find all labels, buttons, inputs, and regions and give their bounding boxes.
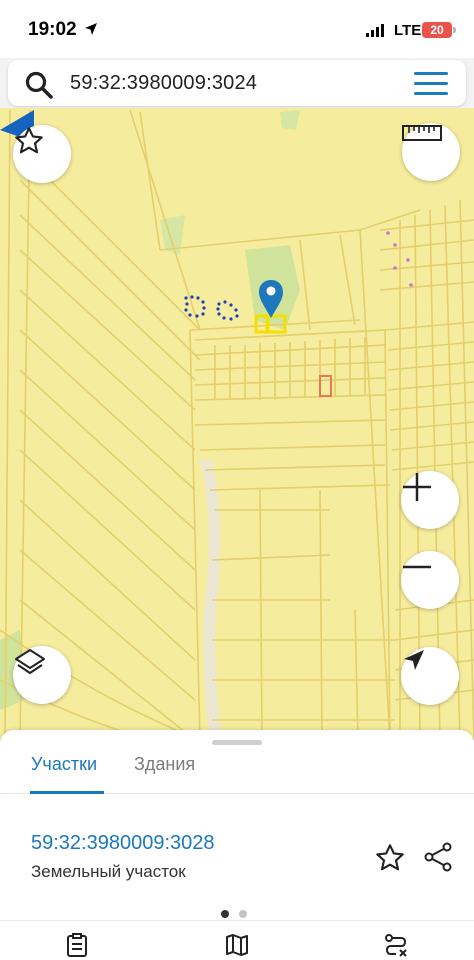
cellular-signal-icon [366, 24, 388, 43]
tab-buildings[interactable]: Здания [134, 754, 195, 775]
location-services-icon [84, 22, 98, 41]
layers-button[interactable] [13, 646, 71, 704]
bottom-nav [0, 920, 474, 960]
star-icon[interactable] [374, 842, 406, 879]
zoom-in-button[interactable] [401, 471, 459, 529]
hamburger-menu-icon[interactable] [414, 72, 450, 95]
result-cadastral-number[interactable]: 59:32:3980009:3028 [31, 832, 215, 855]
favorite-button[interactable] [13, 125, 71, 183]
page-dot [239, 910, 247, 918]
battery-level: 20 [422, 22, 452, 38]
result-type: Земельный участок [31, 862, 186, 881]
cadastral-map[interactable] [0, 108, 474, 740]
route-icon[interactable] [384, 933, 408, 960]
search-bar[interactable]: 59:32:3980009:3024 [8, 60, 466, 106]
share-icon[interactable] [423, 842, 453, 877]
clipboard-icon[interactable] [66, 933, 88, 960]
network-type: LTE [394, 22, 422, 39]
my-location-button[interactable] [401, 647, 459, 705]
map-parcels [0, 108, 474, 740]
page-dot-active [221, 910, 229, 918]
battery-cap [453, 27, 456, 33]
tab-parcels[interactable]: Участки [31, 754, 97, 775]
zoom-out-button[interactable] [401, 551, 459, 609]
map-icon[interactable] [225, 933, 249, 960]
search-icon[interactable] [24, 70, 54, 105]
status-time: 19:02 [28, 19, 77, 40]
search-input[interactable]: 59:32:3980009:3024 [70, 72, 257, 95]
result-item[interactable]: 59:32:3980009:3028 Земельный участок [0, 826, 474, 896]
ruler-button[interactable] [402, 123, 460, 181]
results-panel[interactable]: Участки Здания 59:32:3980009:3028 Земель… [0, 730, 474, 960]
panel-drag-handle[interactable] [212, 740, 262, 745]
panel-tabs: Участки Здания [0, 750, 474, 794]
active-tab-indicator [30, 791, 104, 794]
status-bar: 19:02 LTE 20 [0, 0, 474, 58]
